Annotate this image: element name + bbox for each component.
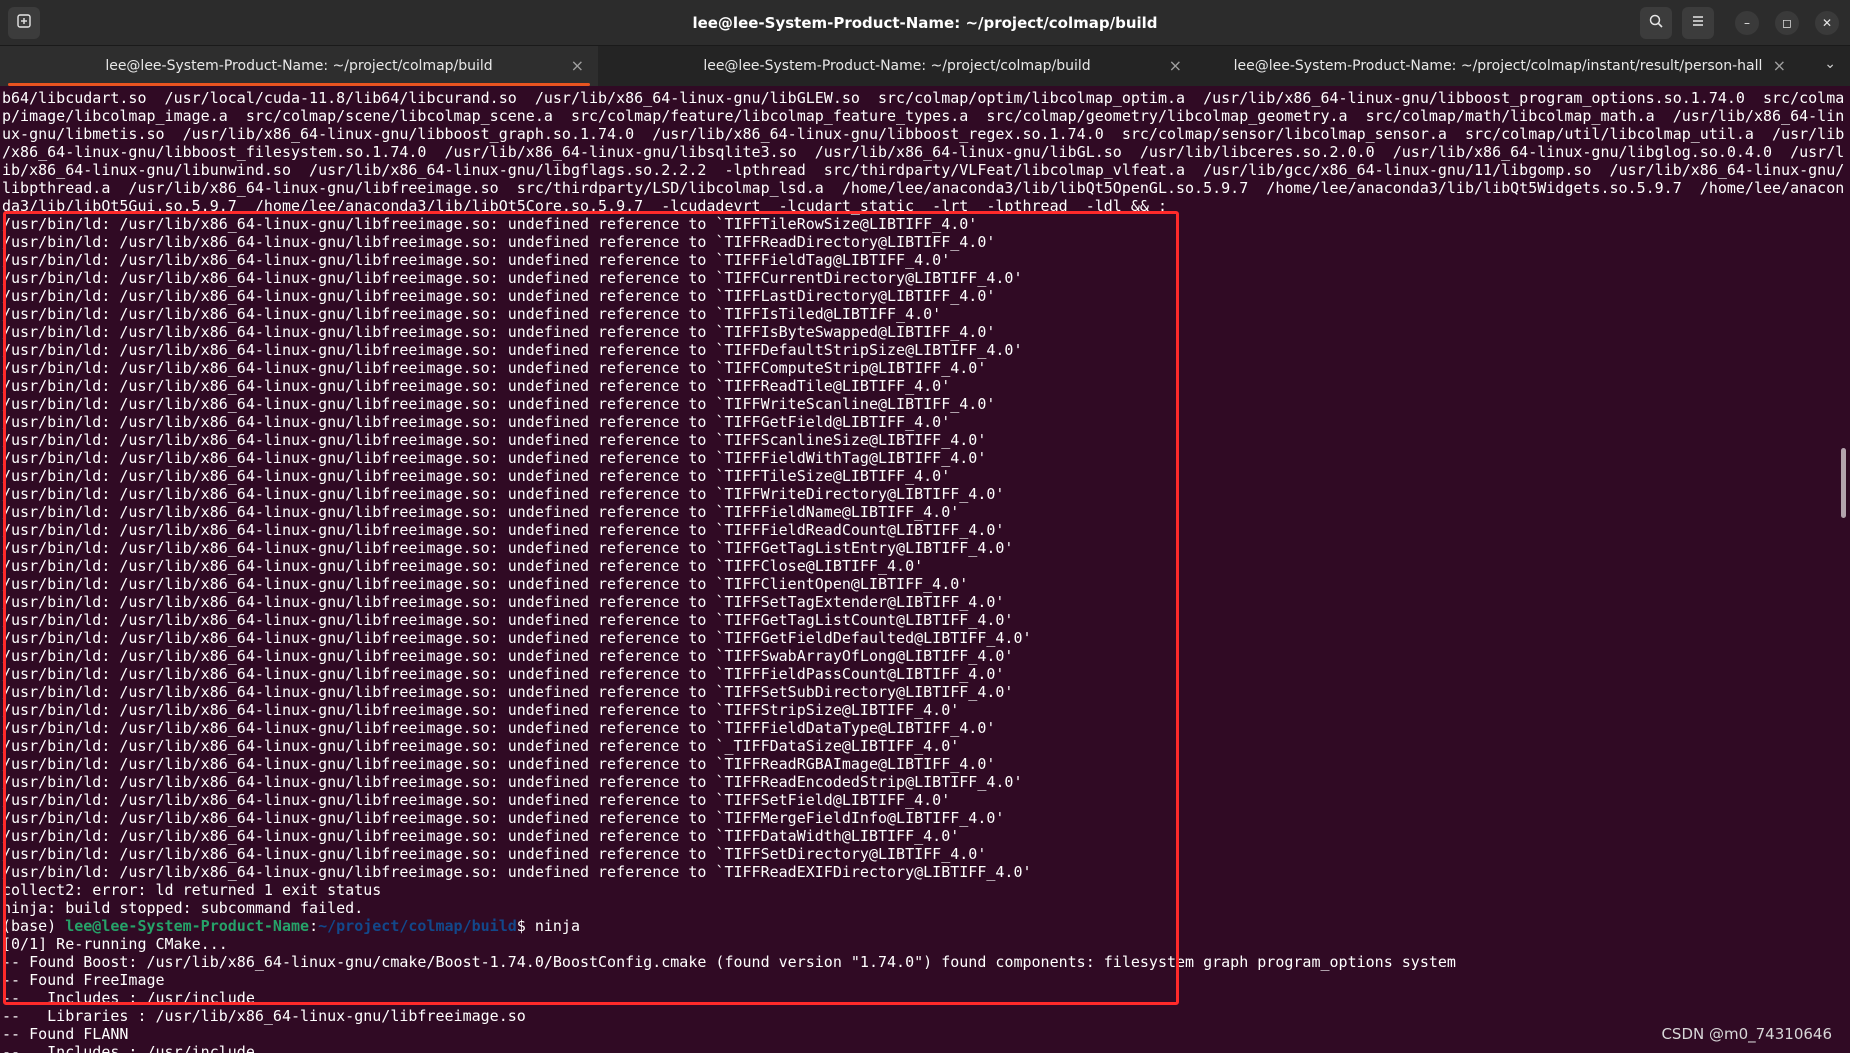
terminal-line: /usr/bin/ld: /usr/lib/x86_64-linux-gnu/l… xyxy=(2,719,996,737)
terminal-line: /usr/bin/ld: /usr/lib/x86_64-linux-gnu/l… xyxy=(2,737,960,755)
terminal-line: /usr/bin/ld: /usr/lib/x86_64-linux-gnu/l… xyxy=(2,575,969,593)
prompt-line: (base) lee@lee-System-Product-Name:~/pro… xyxy=(2,917,1844,935)
terminal-line: p/image/libcolmap_image.a src/colmap/sce… xyxy=(2,107,1845,125)
terminal-line: /usr/bin/ld: /usr/lib/x86_64-linux-gnu/l… xyxy=(2,647,1014,665)
terminal-line: /usr/bin/ld: /usr/lib/x86_64-linux-gnu/l… xyxy=(2,359,987,377)
terminal-line: /usr/bin/ld: /usr/lib/x86_64-linux-gnu/l… xyxy=(2,287,996,305)
menu-button[interactable] xyxy=(1682,7,1714,39)
terminal-line: /usr/bin/ld: /usr/lib/x86_64-linux-gnu/l… xyxy=(2,485,1005,503)
prompt-separator: : xyxy=(309,917,319,935)
terminal-line: /usr/bin/ld: /usr/lib/x86_64-linux-gnu/l… xyxy=(2,773,1023,791)
terminal-line: /usr/bin/ld: /usr/lib/x86_64-linux-gnu/l… xyxy=(2,431,987,449)
terminal-line: da3/lib/libQt5Gui.so.5.9.7 /home/lee/ana… xyxy=(2,197,1167,215)
hamburger-menu-icon xyxy=(1690,13,1706,33)
prompt-env: (base) xyxy=(2,917,66,935)
terminal-line: ninja: build stopped: subcommand failed. xyxy=(2,899,364,917)
terminal-line: /usr/bin/ld: /usr/lib/x86_64-linux-gnu/l… xyxy=(2,521,1005,539)
tab-close-icon[interactable]: × xyxy=(1773,56,1786,75)
terminal-text: b64/libcudart.so /usr/local/cuda-11.8/li… xyxy=(2,89,1844,1053)
terminal-line: /usr/bin/ld: /usr/lib/x86_64-linux-gnu/l… xyxy=(2,809,1005,827)
terminal-line: /usr/bin/ld: /usr/lib/x86_64-linux-gnu/l… xyxy=(2,269,1023,287)
terminal-line: /usr/bin/ld: /usr/lib/x86_64-linux-gnu/l… xyxy=(2,827,960,845)
terminal-output[interactable]: b64/libcudart.so /usr/local/cuda-11.8/li… xyxy=(0,86,1850,1053)
prompt-command: ninja xyxy=(534,917,580,935)
terminal-line: /usr/bin/ld: /usr/lib/x86_64-linux-gnu/l… xyxy=(2,845,987,863)
scrollbar-thumb[interactable] xyxy=(1841,448,1846,518)
terminal-line: /usr/bin/ld: /usr/lib/x86_64-linux-gnu/l… xyxy=(2,323,996,341)
tabs-overflow-chevron-icon[interactable]: ⌄ xyxy=(1824,56,1836,72)
terminal-line: /usr/bin/ld: /usr/lib/x86_64-linux-gnu/l… xyxy=(2,629,1032,647)
terminal-line: -- Includes : /usr/include xyxy=(2,1043,255,1053)
terminal-line: /x86_64-linux-gnu/libboost_filesystem.so… xyxy=(2,143,1845,161)
terminal-line: /usr/bin/ld: /usr/lib/x86_64-linux-gnu/l… xyxy=(2,863,1032,881)
tab-label: lee@lee-System-Product-Name: ~/project/c… xyxy=(1233,58,1763,74)
terminal-line: /usr/bin/ld: /usr/lib/x86_64-linux-gnu/l… xyxy=(2,611,1014,629)
terminal-line: libpthread.a /usr/lib/x86_64-linux-gnu/l… xyxy=(2,179,1845,197)
terminal-line: /usr/bin/ld: /usr/lib/x86_64-linux-gnu/l… xyxy=(2,467,951,485)
new-tab-button[interactable] xyxy=(8,7,40,39)
tab-1[interactable]: lee@lee-System-Product-Name: ~/project/c… xyxy=(0,46,598,86)
terminal-line: -- Found FLANN xyxy=(2,1025,129,1043)
minimize-icon: – xyxy=(1744,16,1750,30)
terminal-line: /usr/bin/ld: /usr/lib/x86_64-linux-gnu/l… xyxy=(2,503,960,521)
close-button[interactable]: ✕ xyxy=(1815,11,1839,35)
prompt-symbol: $ xyxy=(516,917,535,935)
terminal-line: collect2: error: ld returned 1 exit stat… xyxy=(2,881,382,899)
prompt-user-host: lee@lee-System-Product-Name xyxy=(65,917,310,935)
window-title: lee@lee-System-Product-Name: ~/project/c… xyxy=(692,13,1158,32)
terminal-line: ib/x86_64-linux-gnu/libunwind.so /usr/li… xyxy=(2,161,1845,179)
terminal-line: -- Found Boost: /usr/lib/x86_64-linux-gn… xyxy=(2,953,1456,971)
terminal-line: /usr/bin/ld: /usr/lib/x86_64-linux-gnu/l… xyxy=(2,593,1005,611)
terminal-line: -- Libraries : /usr/lib/x86_64-linux-gnu… xyxy=(2,1007,526,1025)
terminal-line: /usr/bin/ld: /usr/lib/x86_64-linux-gnu/l… xyxy=(2,557,924,575)
terminal-line: /usr/bin/ld: /usr/lib/x86_64-linux-gnu/l… xyxy=(2,755,996,773)
terminal-line: /usr/bin/ld: /usr/lib/x86_64-linux-gnu/l… xyxy=(2,791,951,809)
tab-close-icon[interactable]: × xyxy=(1169,56,1182,75)
tab-bar: lee@lee-System-Product-Name: ~/project/c… xyxy=(0,46,1850,86)
terminal-line: -- Found FreeImage xyxy=(2,971,165,989)
terminal-line: /usr/bin/ld: /usr/lib/x86_64-linux-gnu/l… xyxy=(2,341,1023,359)
terminal-line: /usr/bin/ld: /usr/lib/x86_64-linux-gnu/l… xyxy=(2,377,951,395)
new-tab-icon xyxy=(16,13,32,33)
terminal-line: /usr/bin/ld: /usr/lib/x86_64-linux-gnu/l… xyxy=(2,539,1014,557)
close-icon: ✕ xyxy=(1821,16,1833,30)
terminal-line: ux-gnu/libmetis.so /usr/lib/x86_64-linux… xyxy=(2,125,1845,143)
terminal-line: [0/1] Re-running CMake... xyxy=(2,935,228,953)
terminal-line: /usr/bin/ld: /usr/lib/x86_64-linux-gnu/l… xyxy=(2,215,978,233)
terminal-line: -- Includes : /usr/include xyxy=(2,989,255,1007)
terminal-line: /usr/bin/ld: /usr/lib/x86_64-linux-gnu/l… xyxy=(2,413,951,431)
terminal-line: b64/libcudart.so /usr/local/cuda-11.8/li… xyxy=(2,89,1845,107)
tab-label: lee@lee-System-Product-Name: ~/project/c… xyxy=(105,58,493,74)
terminal-line: /usr/bin/ld: /usr/lib/x86_64-linux-gnu/l… xyxy=(2,683,1014,701)
tab-close-icon[interactable]: × xyxy=(571,56,584,75)
title-bar: lee@lee-System-Product-Name: ~/project/c… xyxy=(0,0,1850,46)
terminal-line: /usr/bin/ld: /usr/lib/x86_64-linux-gnu/l… xyxy=(2,449,987,467)
prompt-path: ~/project/colmap/build xyxy=(318,917,517,935)
search-icon xyxy=(1648,13,1664,33)
tab-label: lee@lee-System-Product-Name: ~/project/c… xyxy=(703,58,1091,74)
search-button[interactable] xyxy=(1640,7,1672,39)
terminal-line: /usr/bin/ld: /usr/lib/x86_64-linux-gnu/l… xyxy=(2,251,951,269)
tab-2[interactable]: lee@lee-System-Product-Name: ~/project/c… xyxy=(598,46,1196,86)
maximize-icon: ◻ xyxy=(1782,16,1792,30)
terminal-line: /usr/bin/ld: /usr/lib/x86_64-linux-gnu/l… xyxy=(2,665,1005,683)
terminal-line: /usr/bin/ld: /usr/lib/x86_64-linux-gnu/l… xyxy=(2,701,960,719)
terminal-line: /usr/bin/ld: /usr/lib/x86_64-linux-gnu/l… xyxy=(2,395,996,413)
terminal-line: /usr/bin/ld: /usr/lib/x86_64-linux-gnu/l… xyxy=(2,305,942,323)
tab-3[interactable]: lee@lee-System-Product-Name: ~/project/c… xyxy=(1196,46,1800,86)
watermark: CSDN @m0_74310646 xyxy=(1661,1025,1832,1043)
terminal-line: /usr/bin/ld: /usr/lib/x86_64-linux-gnu/l… xyxy=(2,233,996,251)
minimize-button[interactable]: – xyxy=(1735,11,1759,35)
maximize-button[interactable]: ◻ xyxy=(1775,11,1799,35)
